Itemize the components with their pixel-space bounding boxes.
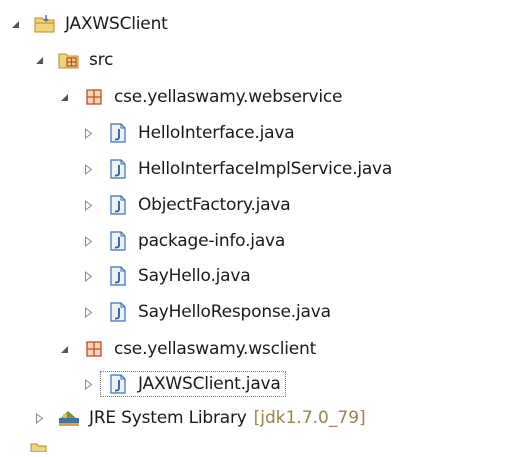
expanded-arrow-icon[interactable]	[8, 17, 22, 31]
collapsed-arrow-icon[interactable]	[81, 234, 95, 248]
tree-item-java-file[interactable]: SayHelloResponse.java	[81, 298, 331, 326]
library-icon	[58, 407, 80, 429]
expanded-arrow-icon[interactable]	[57, 342, 71, 356]
tree-item-java-file[interactable]: package-info.java	[81, 227, 285, 255]
tree-item-java-file[interactable]: ObjectFactory.java	[81, 191, 291, 219]
java-file-icon	[107, 373, 129, 395]
tree-item-java-file[interactable]: HelloInterface.java	[81, 119, 295, 147]
collapsed-arrow-icon[interactable]	[32, 411, 46, 425]
selection-outline: JAXWSClient.java	[100, 371, 286, 397]
java-file-icon	[107, 301, 129, 323]
collapsed-arrow-icon[interactable]	[81, 162, 95, 176]
java-file-icon	[107, 194, 129, 216]
collapsed-arrow-icon[interactable]	[81, 198, 95, 212]
tree-item-project[interactable]: JAXWSClient	[8, 10, 168, 38]
package-label: cse.yellaswamy.wsclient	[114, 339, 317, 359]
tree-item-java-file[interactable]: SayHello.java	[81, 262, 251, 290]
collapsed-arrow-icon[interactable]	[81, 377, 95, 391]
tree-item-jre-library[interactable]: JRE System Library [jdk1.7.0_79]	[32, 404, 366, 432]
collapsed-arrow-icon[interactable]	[81, 269, 95, 283]
file-label: HelloInterface.java	[138, 123, 295, 143]
library-version-decoration: [jdk1.7.0_79]	[253, 408, 366, 428]
package-icon	[83, 338, 105, 360]
package-label: cse.yellaswamy.webservice	[114, 87, 343, 107]
file-label: HelloInterfaceImplService.java	[138, 159, 393, 179]
tree-item-java-file-selected[interactable]: JAXWSClient.java	[81, 370, 286, 398]
java-file-icon	[107, 265, 129, 287]
tree-item-partial-next	[30, 437, 48, 457]
file-label: ObjectFactory.java	[138, 195, 291, 215]
collapsed-arrow-icon[interactable]	[81, 126, 95, 140]
collapsed-arrow-icon[interactable]	[81, 305, 95, 319]
library-label: JRE System Library	[89, 408, 247, 428]
expanded-arrow-icon[interactable]	[57, 90, 71, 104]
project-label: JAXWSClient	[65, 14, 168, 34]
java-file-icon	[107, 158, 129, 180]
tree-item-src-folder[interactable]: src	[32, 46, 113, 74]
package-icon	[83, 86, 105, 108]
java-file-icon	[107, 230, 129, 252]
tree-item-package-wsclient[interactable]: cse.yellaswamy.wsclient	[57, 335, 316, 363]
tree-item-java-file[interactable]: HelloInterfaceImplService.java	[81, 155, 392, 183]
file-label: JAXWSClient.java	[138, 374, 281, 394]
file-label: package-info.java	[138, 231, 286, 251]
src-label: src	[89, 50, 114, 70]
expanded-arrow-icon[interactable]	[32, 53, 46, 67]
file-label: SayHelloResponse.java	[138, 302, 331, 322]
project-folder-icon	[34, 13, 56, 35]
tree-item-package-webservice[interactable]: cse.yellaswamy.webservice	[57, 83, 342, 111]
source-folder-icon	[58, 49, 80, 71]
java-file-icon	[107, 122, 129, 144]
file-label: SayHello.java	[138, 266, 251, 286]
